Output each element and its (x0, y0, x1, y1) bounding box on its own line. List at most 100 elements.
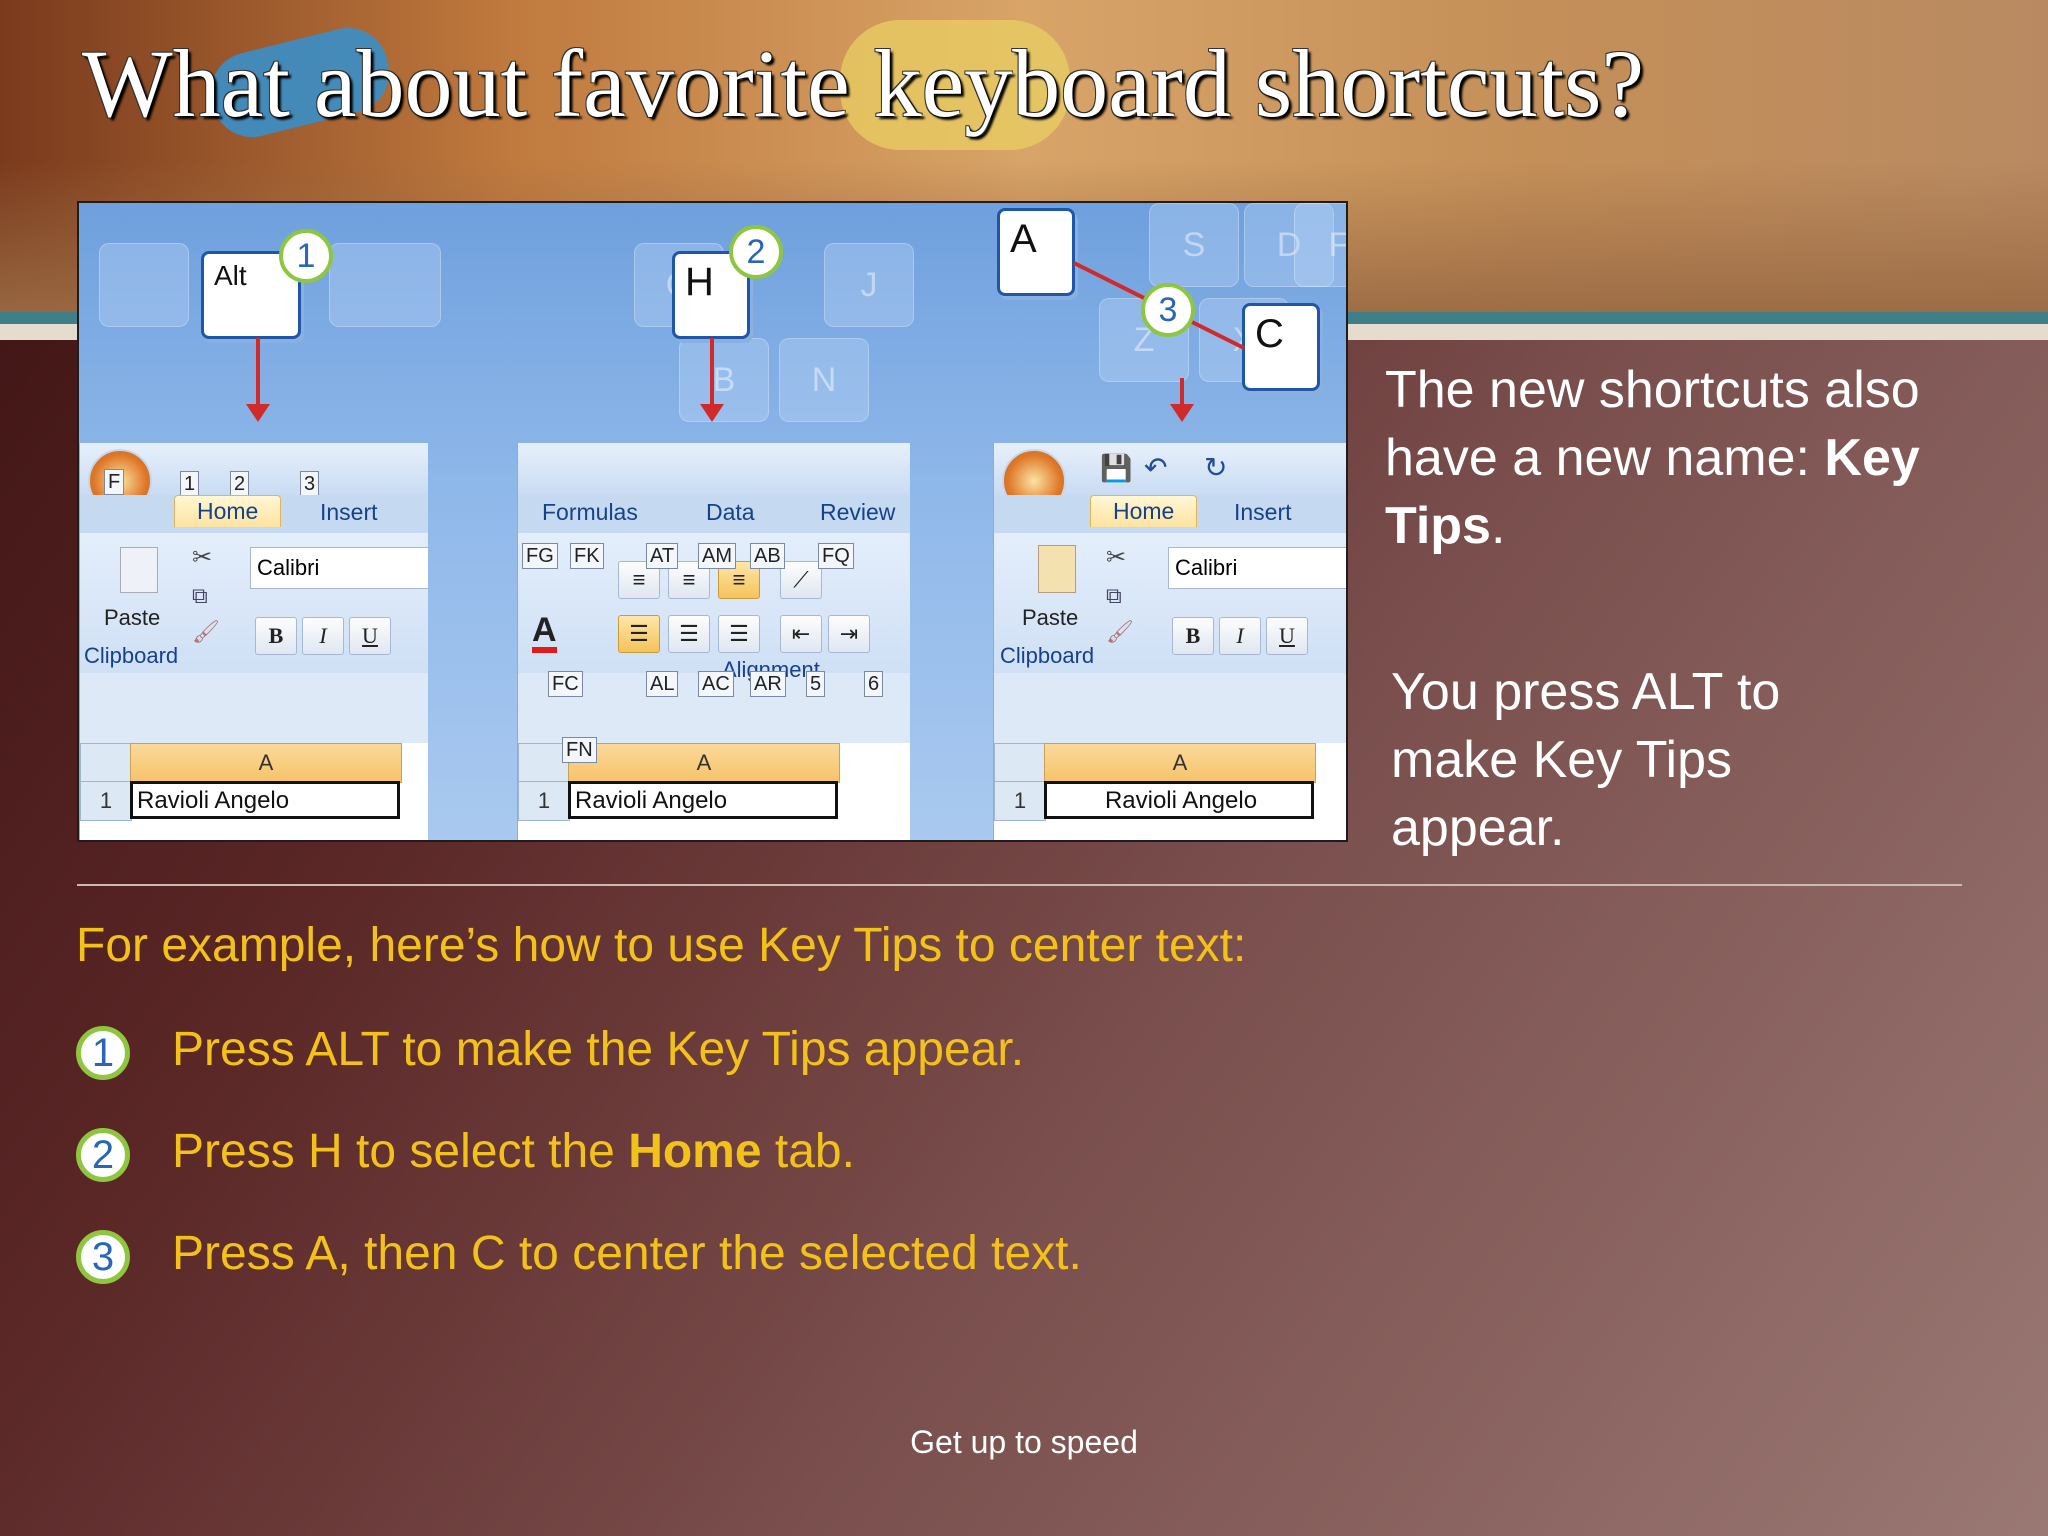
row-header[interactable]: 1 (518, 781, 570, 821)
key-tip: FK (570, 543, 604, 569)
ribbon-panel-1: F 1 2 3 Home Insert H N Paste ✂ ⧉ 🖌 Cali… (79, 443, 428, 840)
key-tip: AB (750, 543, 785, 569)
font-color-icon[interactable]: A (532, 613, 557, 653)
text-run: . (1490, 497, 1506, 555)
key-tip: 5 (806, 671, 826, 697)
align-left-icon[interactable]: ☰ (618, 615, 660, 653)
slide-footer: Get up to speed (910, 1424, 1138, 1460)
key-tip: FQ (818, 543, 854, 569)
group-label-clipboard: Clipboard (1000, 643, 1095, 668)
step-text: Press A, then C to center the selected t… (172, 1227, 1082, 1280)
tab-formulas[interactable]: Formulas (542, 499, 638, 526)
worksheet: A 1 Ravioli Angelo (80, 743, 428, 840)
key-tip: 6 (864, 671, 884, 697)
decrease-indent-icon[interactable]: ⇤ (780, 615, 822, 653)
quick-access-bar (518, 443, 910, 495)
italic-button[interactable]: I (302, 617, 344, 655)
tab-insert[interactable]: Insert (1234, 499, 1292, 526)
cell-a1[interactable]: Ravioli Angelo (568, 781, 838, 819)
select-all-corner[interactable] (80, 743, 132, 783)
ribbon-panel-2: Formulas Data Review ≡ ≡ ≡ ⟋ A ☰ ☰ ☰ ⇤ ⇥… (517, 443, 910, 840)
text-run: tab. (761, 1125, 855, 1178)
ribbon-tabs: Home Insert (994, 495, 1346, 533)
copy-icon[interactable]: ⧉ (192, 583, 208, 609)
paste-label[interactable]: Paste (1022, 605, 1078, 631)
bold-button[interactable]: B (1172, 617, 1214, 655)
cell-a1[interactable]: Ravioli Angelo (1044, 781, 1314, 819)
orientation-icon[interactable]: ⟋ (780, 561, 822, 599)
key-tip: AR (750, 671, 786, 697)
ribbon-tabs: Formulas Data Review (518, 495, 910, 533)
paste-icon[interactable] (1038, 545, 1076, 593)
row-header[interactable]: 1 (80, 781, 132, 821)
column-header[interactable]: A (130, 743, 402, 783)
column-header[interactable]: A (568, 743, 840, 783)
key-tip: FG (522, 543, 558, 569)
align-center-icon[interactable]: ☰ (668, 615, 710, 653)
copy-icon[interactable]: ⧉ (1106, 583, 1122, 609)
step-number-icon: 1 (76, 1026, 130, 1080)
down-arrow-icon (1170, 378, 1194, 422)
key-tip: 3 (300, 471, 320, 497)
home-bold: Home (628, 1125, 762, 1178)
font-name-field[interactable]: Calibri (1168, 547, 1346, 589)
key-tip: AC (698, 671, 734, 697)
key-tip: FN (562, 737, 597, 763)
callout-3-icon: 3 (1141, 283, 1195, 337)
slide: What about favorite keyboard shortcuts? … (0, 0, 2048, 1536)
callout-1-icon: 1 (279, 229, 333, 283)
tab-home[interactable]: Home (174, 495, 282, 527)
tab-review[interactable]: Review (820, 499, 895, 526)
undo-icon[interactable]: ↶ (1144, 451, 1167, 484)
paste-label[interactable]: Paste (104, 605, 160, 631)
cut-icon[interactable]: ✂ (192, 543, 212, 572)
tab-insert[interactable]: Insert (320, 499, 378, 526)
slide-title: What about favorite keyboard shortcuts? (82, 30, 1645, 137)
format-painter-icon[interactable]: 🖌 (192, 619, 220, 645)
step-number-icon: 2 (76, 1128, 130, 1182)
key-tip: 2 (230, 471, 250, 497)
text-run: Press H to select the (172, 1125, 629, 1178)
key-tips-screenshot: G J B N S D F Z X Alt H A C 1 2 3 F 1 2 (77, 201, 1348, 842)
press-alt-text: You press ALT to make Key Tips appear. (1391, 663, 1781, 857)
row-header[interactable]: 1 (994, 781, 1046, 821)
bold-button[interactable]: B (255, 617, 297, 655)
down-arrow-icon (700, 338, 724, 422)
key-tips-name-text: The new shortcuts also have a new name: … (1385, 356, 1985, 560)
underline-button[interactable]: U (349, 617, 391, 655)
clipboard-group: Paste ✂ ⧉ 🖌 Calibri B I U Clipboard (994, 533, 1346, 673)
down-arrow-icon (246, 338, 270, 422)
tab-home[interactable]: Home (1090, 495, 1198, 527)
key-tip: 1 (180, 471, 200, 497)
worksheet: A 1 Ravioli Angelo (994, 743, 1346, 840)
example-intro: For example, here’s how to use Key Tips … (76, 919, 1247, 972)
save-icon[interactable]: 💾 (1100, 453, 1132, 484)
clipboard-group: Paste ✂ ⧉ 🖌 Calibri B I U Clipboard (80, 533, 428, 673)
callout-2-icon: 2 (729, 225, 783, 279)
increase-indent-icon[interactable]: ⇥ (828, 615, 870, 653)
tab-data[interactable]: Data (706, 499, 755, 526)
paste-icon[interactable] (120, 547, 158, 593)
key-tip: AM (698, 543, 736, 569)
key-tip: F (104, 469, 125, 495)
key-tip: AT (646, 543, 679, 569)
cell-a1[interactable]: Ravioli Angelo (130, 781, 400, 819)
ribbon-panel-3: 💾 ↶ ↻ Home Insert Paste ✂ ⧉ 🖌 Calibri B … (993, 443, 1346, 840)
step-text: Press H to select the Home tab. (172, 1124, 855, 1179)
group-label-clipboard: Clipboard (84, 643, 179, 668)
select-all-corner[interactable] (994, 743, 1046, 783)
cut-icon[interactable]: ✂ (1106, 543, 1126, 572)
key-tip: AL (646, 671, 679, 697)
italic-button[interactable]: I (1219, 617, 1261, 655)
key-tip: FC (548, 671, 583, 697)
redo-icon[interactable]: ↻ (1204, 451, 1227, 484)
align-right-icon[interactable]: ☰ (718, 615, 760, 653)
column-header[interactable]: A (1044, 743, 1316, 783)
font-name-field[interactable]: Calibri (250, 547, 428, 589)
ribbon-tabs: Home Insert (80, 495, 428, 533)
step-number-icon: 3 (76, 1230, 130, 1284)
underline-button[interactable]: U (1266, 617, 1308, 655)
step-text: Press ALT to make the Key Tips appear. (172, 1023, 1025, 1076)
divider-line (77, 884, 1962, 886)
format-painter-icon[interactable]: 🖌 (1106, 619, 1134, 645)
